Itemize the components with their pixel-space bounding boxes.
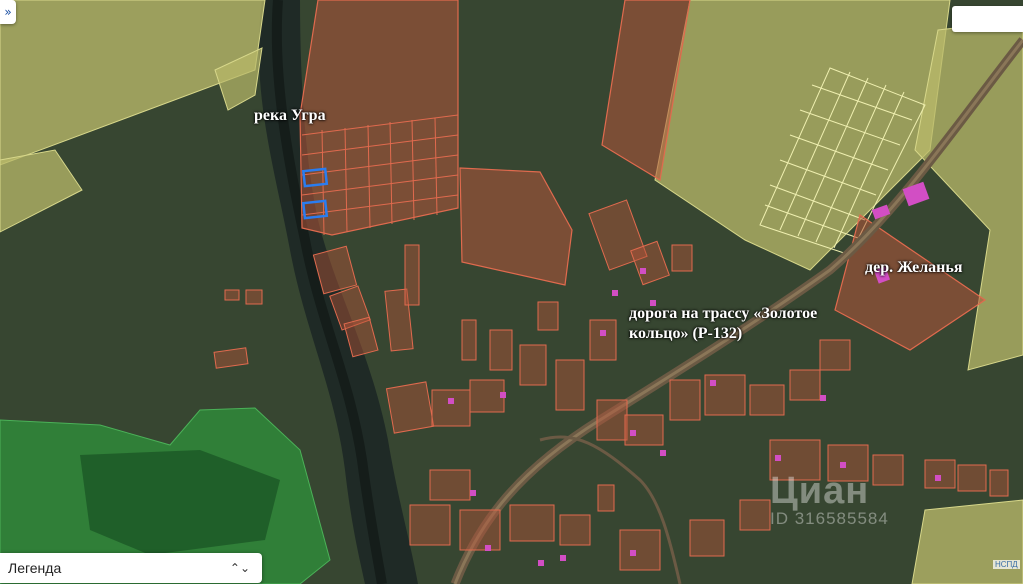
legend-label: Легенда <box>8 560 62 576</box>
village-label: дер. Желанья <box>865 259 963 276</box>
watermark: Циан ID 316585584 <box>770 470 889 529</box>
source-tag: НСПД <box>993 560 1020 569</box>
chevron-up-down-icon: ⌃⌄ <box>229 561 250 575</box>
expand-icon: » <box>4 5 12 19</box>
farmland-parcel-se <box>911 499 1023 584</box>
watermark-brand: Циан <box>770 470 870 512</box>
expand-panel-button[interactable]: » <box>0 0 16 24</box>
legend-dropdown[interactable]: Легенда ⌃⌄ <box>0 553 262 583</box>
road-label: дорога на трассу «Золотое кольцо» (Р-132… <box>629 305 818 342</box>
watermark-listing-id: ID 316585584 <box>770 509 889 528</box>
search-box[interactable] <box>952 6 1023 32</box>
river-label: река Угра <box>254 107 326 124</box>
